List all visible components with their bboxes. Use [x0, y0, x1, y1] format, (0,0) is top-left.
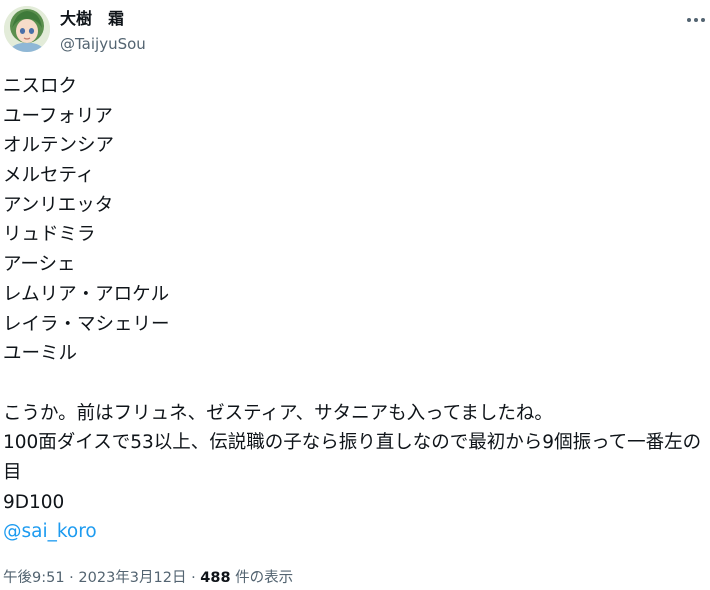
list-item: リュドミラ — [3, 224, 96, 246]
list-item: メルセティ — [3, 165, 95, 187]
tweet-paragraph: 9D100 — [3, 491, 65, 513]
views-label: 件の表示 — [230, 570, 294, 586]
meta-separator: · — [64, 570, 79, 586]
author-handle[interactable]: @TaijyuSou — [60, 34, 146, 54]
tweet-paragraph: こうか。前はフリュネ、ゼスティア、サタニアも入ってましたね。 — [3, 402, 553, 424]
views-count: 488 — [200, 570, 231, 586]
list-item: オルテンシア — [3, 135, 115, 157]
list-item: ユーフォリア — [3, 105, 113, 127]
tweet-date[interactable]: 2023年3月12日 — [78, 570, 186, 586]
mention-link[interactable]: @sai_koro — [3, 521, 97, 542]
meta-separator: · — [186, 570, 201, 586]
more-horizontal-icon — [694, 18, 698, 22]
list-item: アンリエッタ — [3, 194, 114, 216]
tweet-metadata: 午後9:51 · 2023年3月12日 · 488 件の表示 — [3, 568, 293, 588]
more-horizontal-icon — [701, 18, 705, 22]
list-item: ニスロク — [3, 76, 78, 97]
tweet-header: 大樹 霜 @TaijyuSou — [0, 0, 710, 60]
tweet-text: ニスロク ユーフォリア オルテンシア メルセティ アンリエッタ リュドミラ アー… — [3, 72, 707, 547]
mention-line: @sai_koro — [3, 517, 707, 547]
avatar[interactable] — [4, 6, 50, 52]
list-item: ユーミル — [3, 343, 78, 365]
list-item: アーシェ — [3, 254, 76, 276]
list-item: レイラ・マシェリー — [3, 313, 170, 335]
more-horizontal-icon — [687, 18, 691, 22]
author-display-name[interactable]: 大樹 霜 — [60, 9, 124, 29]
list-item: レムリア・アロケル — [3, 283, 170, 305]
tweet-paragraph: 100面ダイスで53以上、伝説職の子なら振り直しなので最初から9個振って一番左の… — [3, 432, 702, 483]
more-options-button[interactable] — [684, 10, 708, 30]
tweet-time[interactable]: 午後9:51 — [3, 570, 65, 586]
avatar-image — [4, 6, 50, 52]
